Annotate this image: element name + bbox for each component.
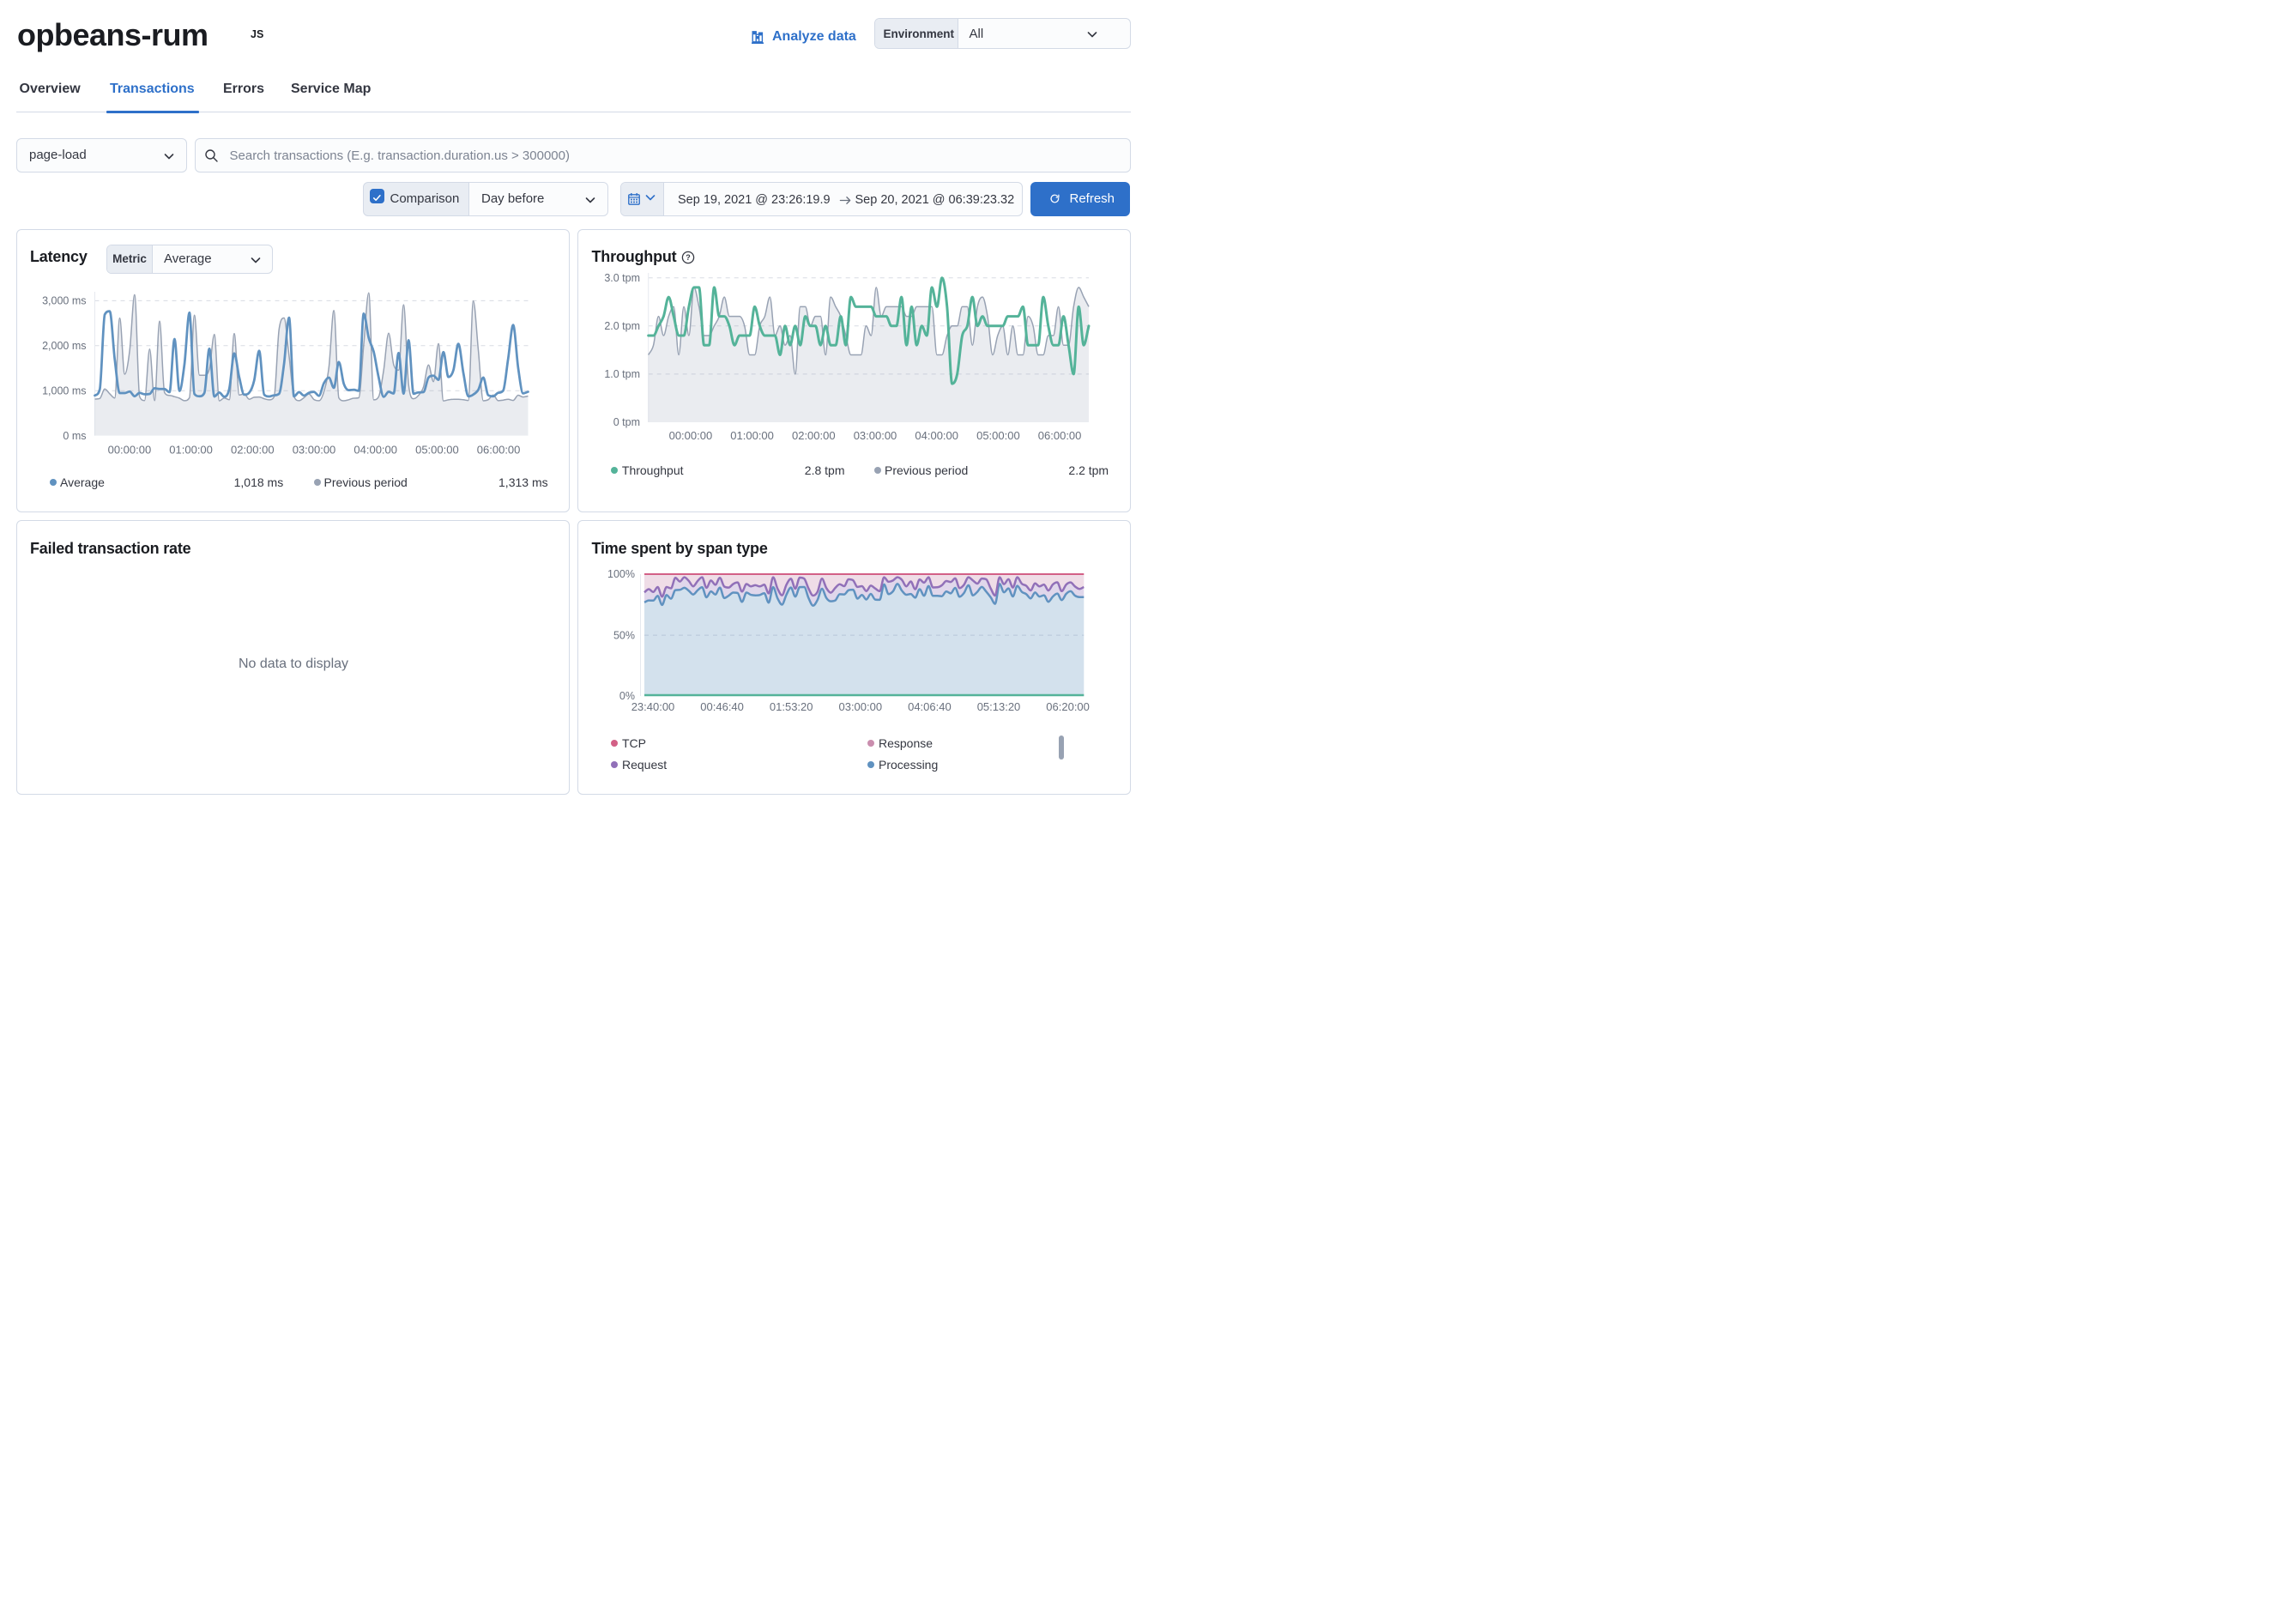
svg-text:06:20:00: 06:20:00 — [1046, 700, 1090, 713]
svg-text:01:53:20: 01:53:20 — [770, 700, 813, 713]
svg-text:100%: 100% — [607, 568, 635, 580]
svg-text:2,000 ms: 2,000 ms — [42, 340, 86, 352]
svg-text:3,000 ms: 3,000 ms — [42, 294, 86, 306]
svg-text:04:00:00: 04:00:00 — [353, 443, 397, 456]
svg-text:3.0 tpm: 3.0 tpm — [604, 271, 640, 283]
svg-text:1.0 tpm: 1.0 tpm — [604, 368, 640, 380]
svg-text:2.0 tpm: 2.0 tpm — [604, 320, 640, 332]
svg-text:01:00:00: 01:00:00 — [730, 429, 774, 442]
svg-text:00:46:40: 00:46:40 — [700, 700, 744, 713]
svg-text:00:00:00: 00:00:00 — [107, 443, 151, 456]
svg-text:03:00:00: 03:00:00 — [838, 700, 882, 713]
svg-text:05:00:00: 05:00:00 — [415, 443, 459, 456]
svg-text:06:00:00: 06:00:00 — [476, 443, 520, 456]
svg-text:23:40:00: 23:40:00 — [631, 700, 675, 713]
svg-text:04:06:40: 04:06:40 — [908, 700, 952, 713]
svg-text:03:00:00: 03:00:00 — [854, 429, 897, 442]
svg-text:0 tpm: 0 tpm — [613, 416, 640, 428]
svg-text:02:00:00: 02:00:00 — [792, 429, 836, 442]
svg-text:06:00:00: 06:00:00 — [1038, 429, 1082, 442]
svg-text:02:00:00: 02:00:00 — [230, 443, 274, 456]
svg-text:03:00:00: 03:00:00 — [292, 443, 335, 456]
svg-text:05:00:00: 05:00:00 — [976, 429, 1020, 442]
svg-text:00:00:00: 00:00:00 — [669, 429, 713, 442]
svg-text:1,000 ms: 1,000 ms — [42, 384, 86, 396]
svg-text:0 ms: 0 ms — [63, 429, 86, 441]
svg-text:01:00:00: 01:00:00 — [169, 443, 213, 456]
svg-text:04:00:00: 04:00:00 — [915, 429, 958, 442]
svg-text:05:13:20: 05:13:20 — [977, 700, 1021, 713]
svg-text:50%: 50% — [613, 629, 635, 641]
